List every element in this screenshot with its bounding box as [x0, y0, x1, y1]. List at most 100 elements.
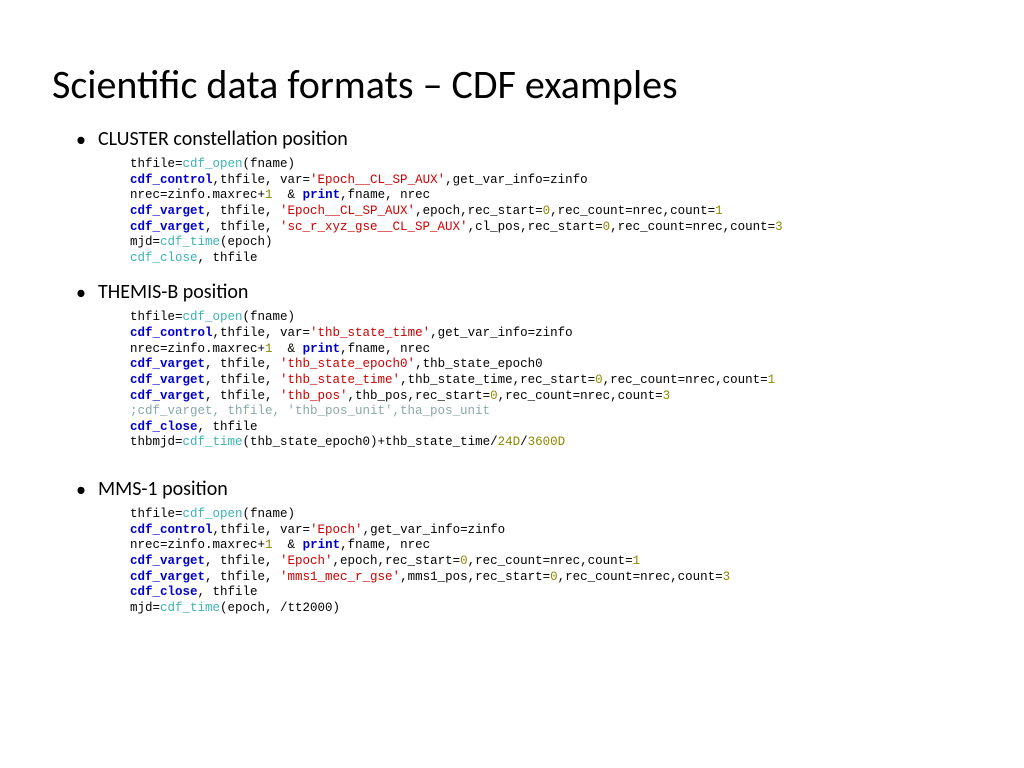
code-text: cdf_open: [183, 507, 243, 521]
code-text: (epoch): [220, 235, 273, 249]
code-text: (fname): [243, 310, 296, 324]
code-text: 'thb_state_time': [280, 373, 400, 387]
code-text: ,get_var_info=zinfo: [363, 523, 506, 537]
code-text: cdf_varget: [130, 204, 205, 218]
slide-container: Scientific data formats – CDF examples C…: [0, 0, 1024, 650]
code-text: 1: [265, 342, 273, 356]
code-text: 'Epoch': [280, 554, 333, 568]
code-text: 0: [603, 220, 611, 234]
code-text: , thfile: [198, 251, 258, 265]
code-text: cdf_time: [160, 235, 220, 249]
code-text: , thfile,: [205, 554, 280, 568]
code-text: 'Epoch': [310, 523, 363, 537]
code-text: , thfile,: [205, 204, 280, 218]
code-text: 3: [775, 220, 783, 234]
code-text: ,rec_count=nrec,count=: [550, 204, 715, 218]
code-text: , thfile,: [205, 570, 280, 584]
code-text: 0: [550, 570, 558, 584]
code-text: 'mms1_mec_r_gse': [280, 570, 400, 584]
code-text: ,thfile, var=: [213, 173, 311, 187]
code-cluster: thfile=cdf_open(fname) cdf_control,thfil…: [130, 157, 972, 266]
code-text: (epoch, /tt2000): [220, 601, 340, 615]
code-text: &: [273, 188, 303, 202]
code-text: cdf_control: [130, 523, 213, 537]
code-text: , thfile,: [205, 389, 280, 403]
code-text: ,mms1_pos,rec_start=: [400, 570, 550, 584]
code-text: 3600D: [528, 435, 566, 449]
code-text: 1: [633, 554, 641, 568]
code-text: 'Epoch__CL_SP_AUX': [280, 204, 415, 218]
bullet-cluster: CLUSTER constellation position: [98, 127, 972, 151]
page-title: Scientific data formats – CDF examples: [52, 60, 972, 109]
code-text: thbmjd=: [130, 435, 183, 449]
code-text: cdf_varget: [130, 220, 205, 234]
code-text: ,get_var_info=zinfo: [430, 326, 573, 340]
code-text: ,thfile, var=: [213, 326, 311, 340]
bullet-themis: THEMIS-B position: [98, 280, 972, 304]
code-text: 0: [460, 554, 468, 568]
code-text: print: [303, 188, 341, 202]
code-text: ,thfile, var=: [213, 523, 311, 537]
code-text: ,epoch,rec_start=: [415, 204, 543, 218]
code-text: , thfile,: [205, 373, 280, 387]
code-text: cdf_varget: [130, 373, 205, 387]
code-text: 0: [490, 389, 498, 403]
code-text: 3: [663, 389, 671, 403]
code-text: cdf_close: [130, 420, 198, 434]
code-text: 'sc_r_xyz_gse__CL_SP_AUX': [280, 220, 468, 234]
code-text: (fname): [243, 157, 296, 171]
code-text: print: [303, 538, 341, 552]
code-text: 1: [715, 204, 723, 218]
code-text: 'thb_state_time': [310, 326, 430, 340]
code-text: nrec=zinfo.maxrec+: [130, 342, 265, 356]
code-text: &: [273, 538, 303, 552]
code-text: nrec=zinfo.maxrec+: [130, 538, 265, 552]
code-themis: thfile=cdf_open(fname) cdf_control,thfil…: [130, 310, 972, 451]
code-text: cdf_open: [183, 310, 243, 324]
code-text: /: [520, 435, 528, 449]
code-text: ,rec_count=nrec,count=: [498, 389, 663, 403]
code-text: print: [303, 342, 341, 356]
code-text: (thb_state_epoch0)+thb_state_time/: [243, 435, 498, 449]
code-text: ,fname, nrec: [340, 188, 430, 202]
code-text: thfile=: [130, 310, 183, 324]
code-text: mjd=: [130, 235, 160, 249]
code-text: thfile=: [130, 157, 183, 171]
code-text: ,rec_count=nrec,count=: [603, 373, 768, 387]
code-text: 'thb_pos': [280, 389, 348, 403]
code-text: ,rec_count=nrec,count=: [558, 570, 723, 584]
code-text: , thfile,: [205, 220, 280, 234]
code-text: 0: [595, 373, 603, 387]
code-text: cdf_close: [130, 251, 198, 265]
code-text: ,thb_state_time,rec_start=: [400, 373, 595, 387]
code-text: ,thb_pos,rec_start=: [348, 389, 491, 403]
code-text: 24D: [498, 435, 521, 449]
code-comment: ;cdf_varget, thfile, 'thb_pos_unit',tha_…: [130, 404, 490, 418]
code-text: ,fname, nrec: [340, 538, 430, 552]
code-text: ,cl_pos,rec_start=: [468, 220, 603, 234]
code-text: cdf_control: [130, 326, 213, 340]
code-text: 'Epoch__CL_SP_AUX': [310, 173, 445, 187]
code-text: cdf_varget: [130, 389, 205, 403]
code-text: (fname): [243, 507, 296, 521]
code-text: 0: [543, 204, 551, 218]
code-mms: thfile=cdf_open(fname) cdf_control,thfil…: [130, 507, 972, 616]
code-text: ,thb_state_epoch0: [415, 357, 543, 371]
code-text: cdf_close: [130, 585, 198, 599]
bullet-mms: MMS-1 position: [98, 477, 972, 501]
code-text: cdf_varget: [130, 570, 205, 584]
code-text: , thfile: [198, 585, 258, 599]
code-text: &: [273, 342, 303, 356]
code-text: cdf_control: [130, 173, 213, 187]
code-text: thfile=: [130, 507, 183, 521]
code-text: cdf_open: [183, 157, 243, 171]
code-text: , thfile,: [205, 357, 280, 371]
code-text: 'thb_state_epoch0': [280, 357, 415, 371]
code-text: cdf_time: [183, 435, 243, 449]
code-text: 1: [768, 373, 776, 387]
code-text: cdf_varget: [130, 554, 205, 568]
code-text: 1: [265, 538, 273, 552]
code-text: ,rec_count=nrec,count=: [610, 220, 775, 234]
code-text: cdf_time: [160, 601, 220, 615]
code-text: ,rec_count=nrec,count=: [468, 554, 633, 568]
